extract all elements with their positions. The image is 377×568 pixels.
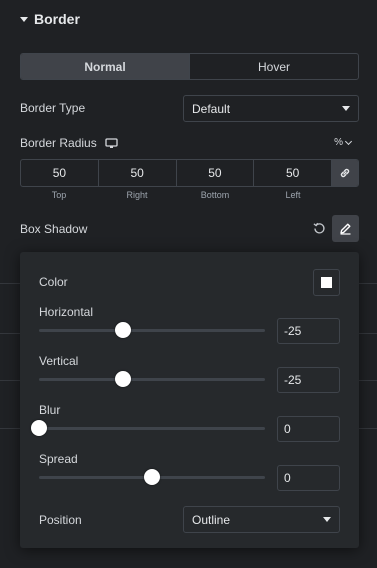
box-shadow-popover: Color Horizontal -25 Vertical -25 Blur 0… [20,252,359,548]
edit-box-shadow-button[interactable] [332,215,359,242]
radius-top-input[interactable]: 50 [21,160,98,186]
position-select[interactable]: Outline [183,506,340,533]
vertical-input[interactable]: -25 [277,367,340,393]
color-label: Color [39,275,68,289]
dropdown-arrow-icon [323,517,331,522]
position-value: Outline [192,512,231,527]
horizontal-label: Horizontal [39,305,94,319]
chevron-down-icon [344,137,353,145]
horizontal-input[interactable]: -25 [277,318,340,344]
slider-track [39,427,265,430]
spread-slider[interactable] [39,468,265,488]
tab-normal[interactable]: Normal [21,54,189,79]
blur-slider[interactable] [31,419,265,439]
tab-hover[interactable]: Hover [189,54,358,79]
radius-right-label: Right [126,190,148,200]
slider-handle[interactable] [114,371,131,387]
border-type-label: Border Type [20,101,86,115]
desktop-icon[interactable] [105,137,118,149]
position-label: Position [39,513,82,527]
slider-handle[interactable] [31,420,47,436]
blur-label: Blur [39,403,61,417]
radius-left-label: Left [285,190,301,200]
spread-input[interactable]: 0 [277,465,340,491]
border-radius-inputs: 50 50 50 50 [20,159,359,187]
caret-down-icon [20,16,28,22]
color-picker-button[interactable] [313,269,340,296]
blur-input[interactable]: 0 [277,416,340,442]
section-header-border[interactable]: Border [20,11,80,27]
border-type-value: Default [192,101,231,116]
unit-value: % [334,137,343,148]
horizontal-slider[interactable] [39,321,265,341]
border-type-select[interactable]: Default [183,95,359,122]
unit-select[interactable]: % [334,137,353,148]
reset-icon[interactable] [313,222,326,238]
color-swatch [321,277,332,288]
slider-track [39,378,265,381]
vertical-slider[interactable] [39,370,265,390]
border-radius-label: Border Radius [20,136,97,150]
slider-track [39,329,265,332]
box-shadow-label: Box Shadow [20,222,88,236]
border-radius-side-labels: Top Right Bottom Left [20,190,332,200]
dropdown-arrow-icon [342,106,350,111]
state-tabs: Normal Hover [20,53,359,80]
section-title: Border [34,11,80,27]
radius-bottom-label: Bottom [200,190,230,200]
radius-bottom-input[interactable]: 50 [175,160,254,186]
slider-handle[interactable] [114,322,131,338]
radius-right-input[interactable]: 50 [97,160,176,186]
link-icon [340,168,350,178]
radius-left-input[interactable]: 50 [253,160,331,186]
radius-top-label: Top [51,190,67,200]
pencil-icon [340,223,351,235]
link-values-button[interactable] [331,160,358,186]
vertical-label: Vertical [39,354,79,368]
slider-handle[interactable] [144,469,160,485]
border-radius-header: Border Radius [20,136,118,150]
spread-label: Spread [39,452,78,466]
